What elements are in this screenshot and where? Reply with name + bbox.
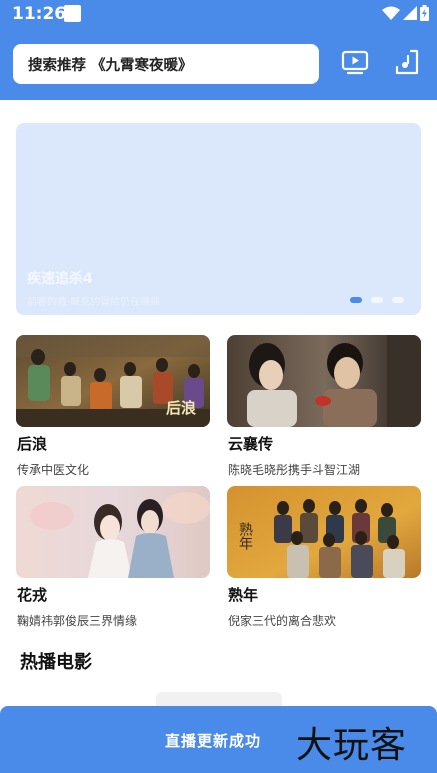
tile-desc: 传承中医文化 xyxy=(17,463,90,477)
carousel-dot[interactable] xyxy=(350,297,362,303)
toast-bar: 直播更新成功 大玩客 xyxy=(0,706,437,773)
tile-desc: 陈晓毛晓彤携手斗智江湖 xyxy=(228,463,361,477)
battery-icon xyxy=(420,5,429,21)
poster-huarong[interactable] xyxy=(16,486,210,578)
tile-title: 花戎 xyxy=(17,586,48,604)
status-bar: 11:26 xyxy=(0,0,437,28)
tile-desc: 倪家三代的离合悲欢 xyxy=(228,614,337,628)
status-icons xyxy=(382,5,429,21)
notification-icon xyxy=(64,5,81,22)
history-icon[interactable] xyxy=(392,47,422,77)
poster-logo: 熟年 xyxy=(237,522,253,550)
wifi-icon xyxy=(382,6,400,20)
banner-subtitle: 前客的救·城克的冒险仍在继续 xyxy=(27,297,161,308)
tile-desc: 鞠婧祎郭俊辰三界情缘 xyxy=(17,614,138,628)
carousel-dot[interactable] xyxy=(371,297,383,303)
tile-title: 云襄传 xyxy=(228,435,274,453)
poster-houlang[interactable]: 后浪 xyxy=(16,335,210,427)
watermark-text: 大玩客 xyxy=(296,725,408,766)
section-title-hot-movies: 热播电影 xyxy=(20,652,92,673)
signal-icon xyxy=(403,5,417,20)
banner-carousel[interactable]: 疾速追杀4 前客的救·城克的冒险仍在继续 xyxy=(16,123,421,315)
poster-logo: 后浪 xyxy=(166,399,197,417)
poster-shunian[interactable]: 熟年 xyxy=(227,486,421,578)
status-time: 11:26 xyxy=(12,4,67,24)
toast-message: 直播更新成功 xyxy=(165,732,262,750)
carousel-dot[interactable] xyxy=(392,297,404,303)
search-placeholder: 搜索推荐 《九霄寒夜暖》 xyxy=(28,57,193,74)
poster-yunxiangzhuan[interactable] xyxy=(227,335,421,427)
content-area: 疾速追杀4 前客的救·城克的冒险仍在继续 后浪 后浪 传承中医文化 云襄传 陈晓… xyxy=(0,100,437,773)
banner-title: 疾速追杀4 xyxy=(27,271,93,287)
search-input[interactable]: 搜索推荐 《九霄寒夜暖》 xyxy=(13,44,319,84)
tile-title: 熟年 xyxy=(228,586,259,604)
tile-title: 后浪 xyxy=(17,435,48,453)
live-tv-icon[interactable] xyxy=(340,47,370,77)
carousel-dots xyxy=(350,297,404,303)
